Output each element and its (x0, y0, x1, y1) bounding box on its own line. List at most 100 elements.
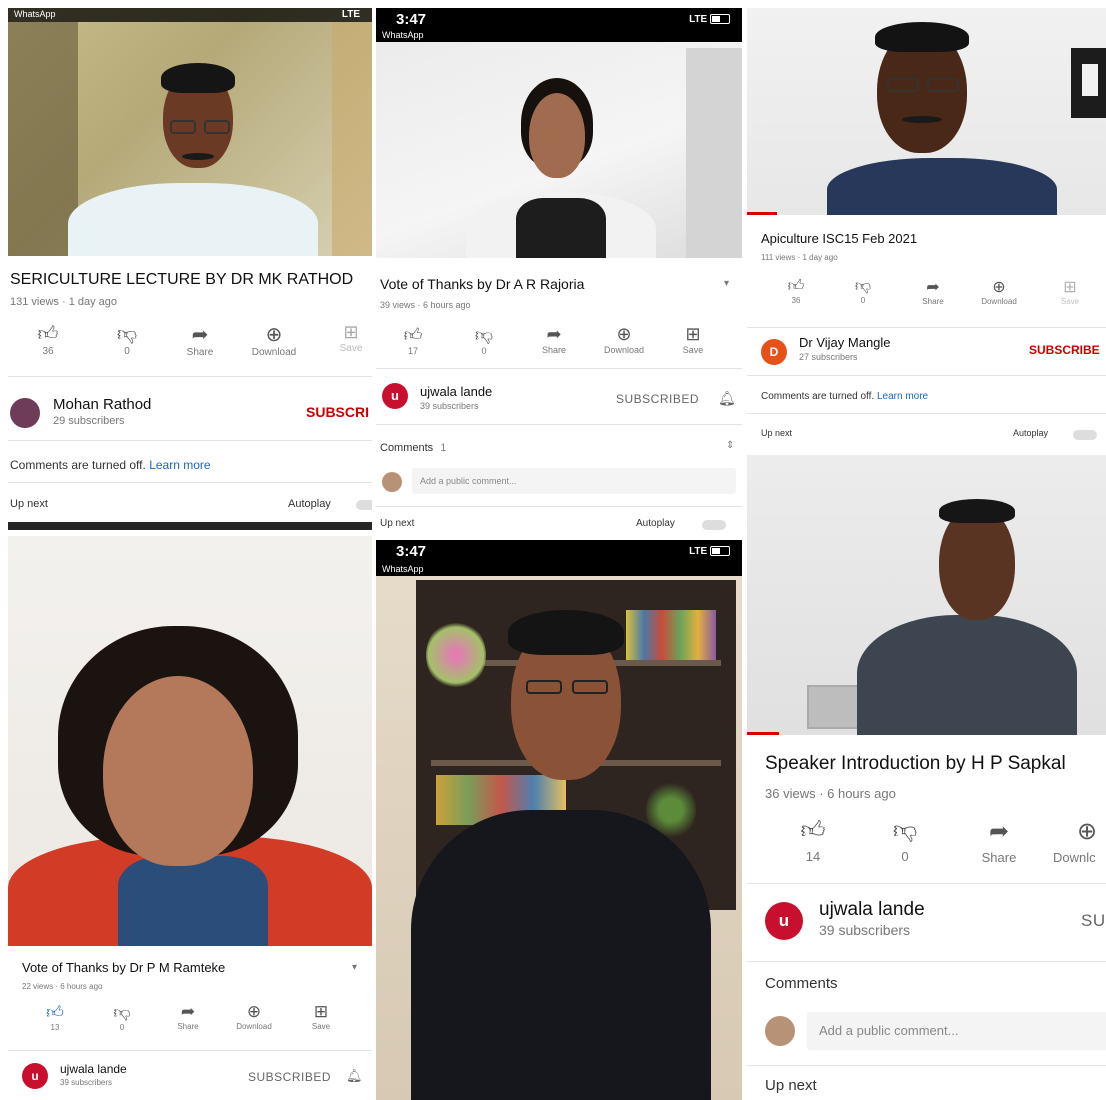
speaker-image (747, 455, 1106, 735)
video-player[interactable] (747, 8, 1106, 215)
comments-disabled-notice: Comments are turned off. Learn more (10, 458, 211, 472)
autoplay-toggle[interactable] (1073, 430, 1097, 440)
autoplay-label: Autoplay (636, 518, 675, 529)
video-meta: 131 views · 1 day ago (10, 296, 118, 308)
subscribe-button[interactable]: SUBSCRI (306, 404, 369, 420)
up-next-label: Up next (380, 518, 415, 529)
expand-chevron-icon[interactable]: ▾ (724, 278, 729, 289)
like-button[interactable]: 👍︎ 36 (782, 277, 810, 305)
channel-name[interactable]: ujwala lande (819, 899, 925, 921)
learn-more-link[interactable]: Learn more (877, 391, 928, 402)
channel-avatar[interactable]: D (761, 339, 787, 365)
subscribe-button[interactable]: SUBSCRIBE (1029, 343, 1100, 357)
dislike-count: 0 (860, 296, 866, 305)
share-icon: ➦ (191, 324, 209, 346)
download-button[interactable]: ⊕ Download (244, 322, 304, 358)
channel-avatar[interactable] (10, 398, 40, 428)
save-icon: ⊞ (313, 1002, 329, 1021)
download-button[interactable]: ⊕ Download (228, 1002, 280, 1031)
share-button[interactable]: ➦ Share (915, 277, 951, 306)
save-button[interactable]: ⊞ Save (1053, 277, 1087, 306)
share-label: Share (186, 347, 214, 358)
comment-input[interactable]: Add a public comment... (412, 468, 736, 494)
save-button[interactable]: ⊞ Save (304, 1002, 338, 1031)
comments-expand-icon[interactable]: ⇕ (726, 440, 734, 451)
channel-avatar[interactable]: u (22, 1063, 48, 1089)
share-button[interactable]: ➦ Share (180, 322, 220, 358)
autoplay-toggle[interactable] (702, 520, 726, 530)
video-player[interactable]: 3:47 WhatsApp LTE (376, 8, 742, 258)
thumb-down-icon: 👎︎ (474, 325, 494, 345)
speaker-image (376, 540, 742, 1100)
dislike-count: 0 (124, 346, 130, 357)
comments-header[interactable]: Comments 1 (380, 442, 446, 454)
channel-avatar[interactable]: u (382, 383, 408, 409)
channel-subscribers: 39 subscribers (420, 401, 479, 411)
like-button[interactable]: 👍︎ 14 (795, 817, 831, 864)
dislike-button[interactable]: 👎︎ 0 (469, 324, 499, 356)
channel-name[interactable]: ujwala lande (420, 384, 492, 399)
like-count: 14 (805, 849, 821, 864)
thumb-down-icon: 👎︎ (116, 323, 138, 345)
subscribed-button[interactable]: SUBSCRIBED (248, 1070, 331, 1084)
video-player[interactable]: 3:47 WhatsApp LTE (376, 540, 742, 1100)
download-button[interactable]: ⊕ Download (973, 277, 1025, 306)
download-button[interactable]: ⊕ Download (596, 324, 652, 355)
channel-name[interactable]: Dr Vijay Mangle (799, 335, 891, 350)
dislike-button[interactable]: 👎︎ 0 (887, 817, 923, 864)
share-button[interactable]: ➦ Share (975, 817, 1023, 865)
share-icon: ➦ (988, 818, 1010, 845)
save-label: Save (339, 343, 363, 354)
speaker-image (376, 8, 742, 258)
comments-off-text: Comments are turned off. (761, 391, 875, 402)
dislike-button[interactable]: 👎︎ 0 (849, 277, 877, 305)
like-button[interactable]: 👍︎ 17 (398, 324, 428, 356)
channel-name[interactable]: ujwala lande (60, 1062, 127, 1076)
share-icon: ➦ (180, 1002, 196, 1021)
download-icon: ⊕ (1077, 818, 1098, 845)
save-button[interactable]: ⊞ Save (334, 322, 368, 354)
channel-subscribers: 27 subscribers (799, 352, 858, 362)
like-button[interactable]: 👍︎ 36 (33, 322, 63, 357)
save-icon: ⊞ (1063, 279, 1077, 296)
subscribed-button[interactable]: SUBSCRIBED (616, 392, 699, 406)
autoplay-toggle[interactable] (356, 500, 372, 510)
download-icon: ⊕ (265, 324, 283, 346)
video-title: SERICULTURE LECTURE BY DR MK RATHOD (10, 271, 354, 288)
video-title: Vote of Thanks by Dr P M Ramteke (22, 960, 226, 975)
share-label: Share (981, 850, 1017, 865)
up-next-label: Up next (765, 1077, 817, 1094)
speaker-image (8, 8, 372, 256)
video-panel-vote-of-thanks-ramteke: Vote of Thanks by Dr P M Ramteke ▾ 22 vi… (8, 536, 372, 1100)
video-meta: 111 views · 1 day ago (761, 253, 838, 262)
subscribed-button[interactable]: SU (1081, 911, 1106, 931)
share-icon: ➦ (546, 324, 562, 344)
video-player[interactable] (747, 455, 1106, 735)
channel-name[interactable]: Mohan Rathod (53, 396, 151, 413)
share-button[interactable]: ➦ Share (534, 324, 574, 355)
share-button[interactable]: ➦ Share (170, 1002, 206, 1031)
save-button[interactable]: ⊞ Save (676, 324, 710, 355)
learn-more-link[interactable]: Learn more (149, 458, 210, 472)
download-icon: ⊕ (992, 279, 1006, 296)
save-label: Save (682, 345, 704, 355)
expand-chevron-icon[interactable]: ▾ (352, 962, 357, 973)
download-button[interactable]: ⊕ Downlc (1053, 817, 1106, 865)
thumb-up-icon: 👍︎ (403, 325, 423, 345)
comment-input[interactable]: Add a public comment... (807, 1012, 1106, 1050)
speaker-image (747, 8, 1106, 215)
channel-avatar[interactable]: u (765, 902, 803, 940)
video-player[interactable] (8, 536, 372, 946)
up-next-label: Up next (10, 498, 48, 510)
comments-label[interactable]: Comments (765, 975, 838, 992)
dislike-button[interactable]: 👎︎ 0 (112, 322, 142, 357)
video-panel-apiculture: Apiculture ISC15 Feb 2021 111 views · 1 … (747, 8, 1106, 451)
dislike-button[interactable]: 👎︎ 0 (108, 1002, 136, 1032)
like-button[interactable]: 👍︎ 13 (41, 1002, 69, 1032)
download-label: Download (251, 347, 297, 358)
comments-label: Comments (380, 442, 434, 454)
bell-icon[interactable]: 🔔︎ (346, 1068, 363, 1084)
video-player[interactable]: WhatsApp LTE (8, 8, 372, 256)
bell-icon[interactable]: 🔔︎ (718, 390, 736, 407)
share-label: Share (541, 345, 567, 355)
